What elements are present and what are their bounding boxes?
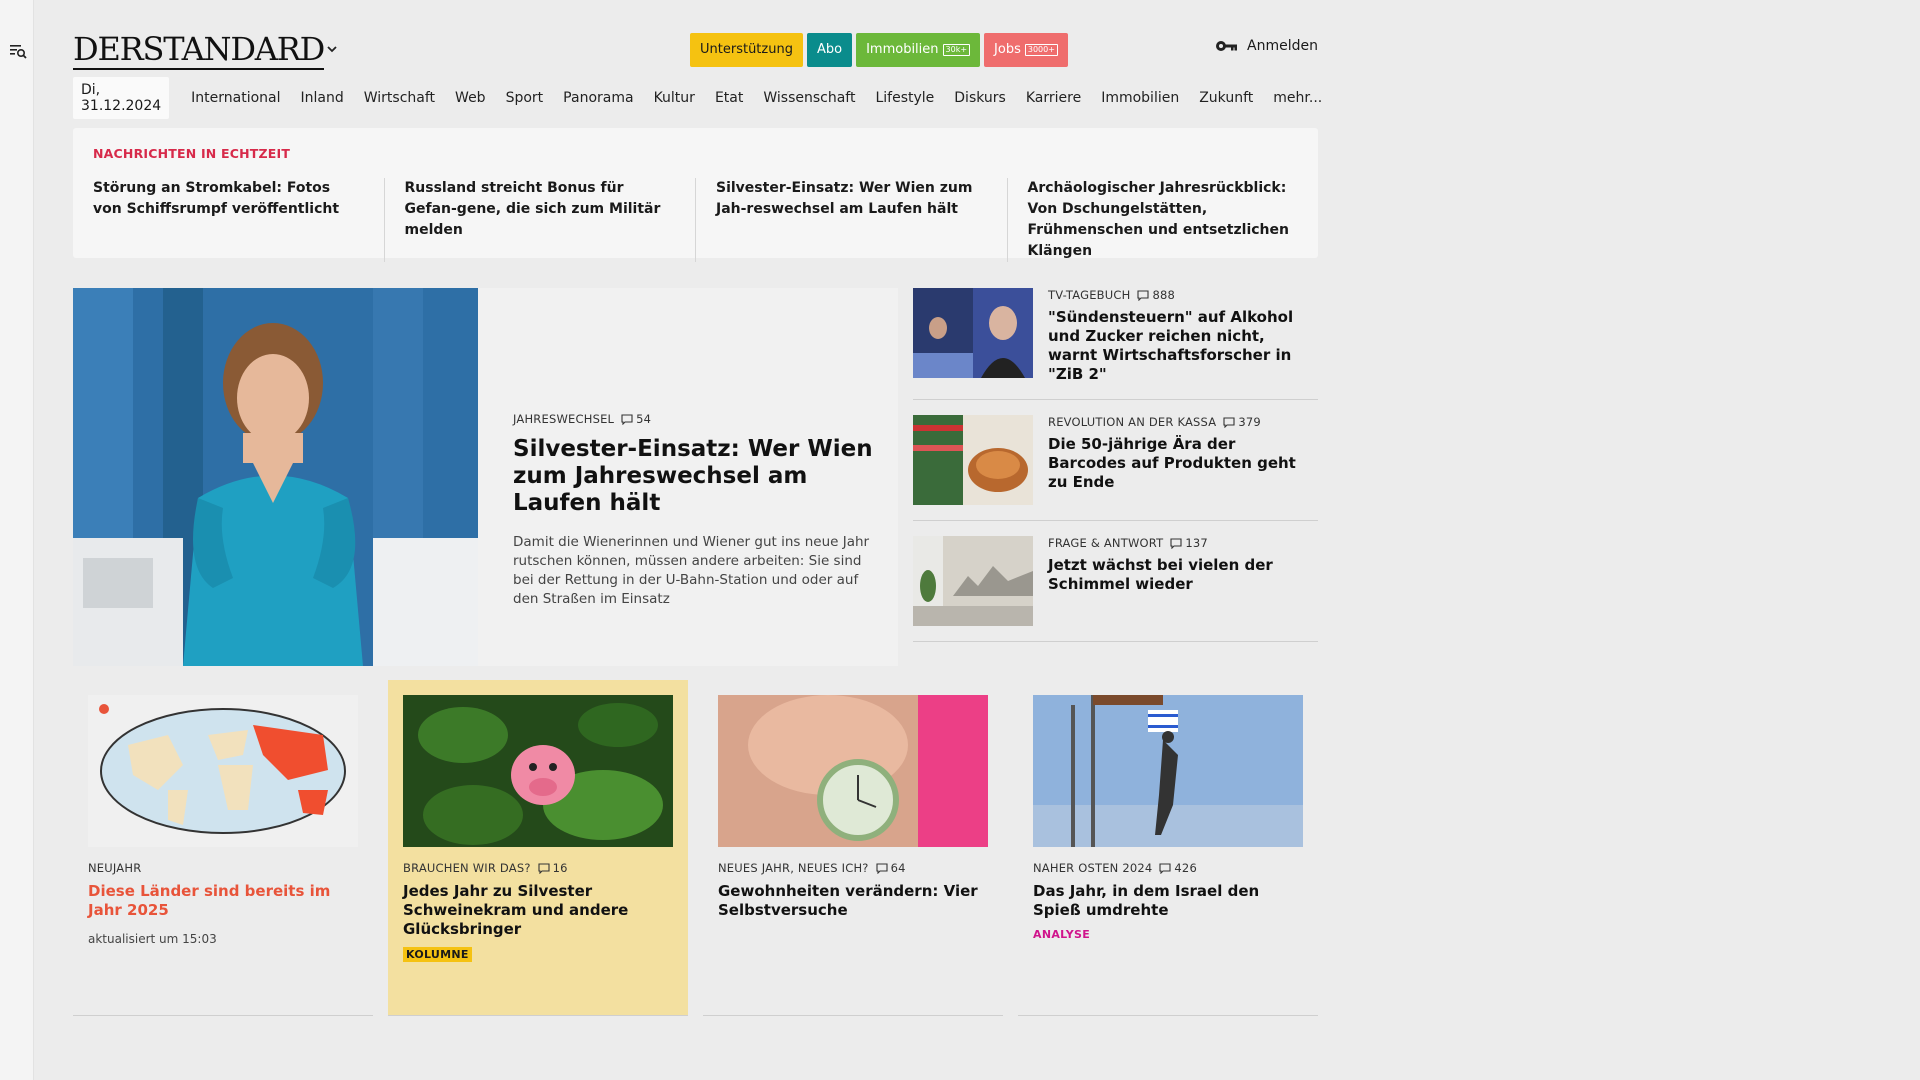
pill-badge: 3000+	[1024, 44, 1058, 56]
side-story-headline[interactable]: "Sündensteuern" auf Alkohol und Zucker r…	[1048, 308, 1318, 384]
comment-count[interactable]: 426	[1159, 861, 1197, 875]
side-story-image	[913, 415, 1033, 505]
key-icon	[1216, 41, 1238, 51]
side-story-text: TV-TAGEBUCH 888 "Sündensteuern" auf Alkoho…	[1048, 288, 1318, 384]
teaser-card[interactable]: NEUES JAHR, NEUES ICH? 64 Gewohnheiten ver…	[703, 680, 1003, 1016]
comment-count[interactable]: 137	[1170, 536, 1208, 550]
chevron-down-icon[interactable]	[323, 40, 341, 58]
teaser-kicker: NEUES JAHR, NEUES ICH? 64	[718, 861, 906, 875]
teaser-kicker: NEUJAHR	[88, 861, 142, 875]
ticker-item[interactable]: Archäologischer Jahresrückblick: Von Dsc…	[1028, 178, 1299, 262]
side-story-headline[interactable]: Jetzt wächst bei vielen der Schimmel wie…	[1048, 556, 1318, 594]
side-story-headline[interactable]: Die 50-jährige Ära der Barcodes auf Prod…	[1048, 435, 1318, 492]
nav-item-mehr[interactable]: mehr...	[1263, 85, 1332, 111]
comment-icon	[1137, 289, 1150, 301]
teaser-image	[403, 695, 673, 847]
side-story[interactable]: REVOLUTION AN DER KASSA 379 Die 50-jährige…	[913, 415, 1318, 521]
menu-search-icon[interactable]	[8, 42, 28, 60]
teaser-kicker: NAHER OSTEN 2024 426	[1033, 861, 1197, 875]
main-nav: Di, 31.12.2024 International Inland Wirtsc…	[73, 77, 1332, 119]
teaser-card[interactable]: NAHER OSTEN 2024 426 Das Jahr, in dem Isra…	[1018, 680, 1318, 1016]
side-story-image	[913, 536, 1033, 626]
pill-immobilien-button[interactable]: Immobilien 30k+	[856, 33, 981, 67]
nav-item-zukunft[interactable]: Zukunft	[1189, 85, 1263, 111]
side-story-text: REVOLUTION AN DER KASSA 379 Die 50-jährige…	[1048, 415, 1318, 505]
pill-abo-button[interactable]: Abo	[806, 33, 853, 67]
nav-item-etat[interactable]: Etat	[705, 85, 753, 111]
ticker-item[interactable]: Silvester-Einsatz: Wer Wien zum Jah-resw…	[716, 178, 1008, 262]
nav-item-karriere[interactable]: Karriere	[1016, 85, 1091, 111]
lead-story[interactable]: JAHRESWECHSEL 54 Silvester-Einsatz: Wer …	[73, 288, 898, 666]
comment-count[interactable]: 888	[1137, 288, 1175, 302]
nav-item-wirtschaft[interactable]: Wirtschaft	[354, 85, 445, 111]
pill-jobs-button[interactable]: Jobs 3000+	[984, 33, 1068, 67]
teaser-tag: KOLUMNE	[403, 947, 472, 962]
nav-item-web[interactable]: Web	[445, 85, 496, 111]
nav-item-kultur[interactable]: Kultur	[644, 85, 705, 111]
ticker-label: NACHRICHTEN IN ECHTZEIT	[93, 146, 291, 161]
comment-icon	[621, 413, 633, 425]
service-pills: Unterstützung Abo Immobilien 30k+ Jobs 3000+	[690, 33, 1068, 67]
left-rail	[0, 0, 34, 1080]
nav-item-wissenschaft[interactable]: Wissenschaft	[753, 85, 865, 111]
side-story[interactable]: FRAGE & ANTWORT 137 Jetzt wächst bei viele…	[913, 536, 1318, 642]
login-button[interactable]: Anmelden	[1215, 38, 1318, 54]
nav-item-diskurs[interactable]: Diskurs	[944, 85, 1016, 111]
nav-item-immobilien[interactable]: Immobilien	[1091, 85, 1189, 111]
side-story-kicker: FRAGE & ANTWORT 137	[1048, 536, 1208, 550]
teaser-headline[interactable]: Das Jahr, in dem Israel den Spieß umdreh…	[1033, 882, 1303, 920]
nav-item-panorama[interactable]: Panorama	[553, 85, 643, 111]
teaser-image	[88, 695, 358, 847]
teaser-update-time: aktualisiert um 15:03	[88, 932, 217, 946]
live-news-ticker: NACHRICHTEN IN ECHTZEIT Störung an Strom…	[73, 128, 1318, 262]
login-label: Anmelden	[1247, 38, 1318, 54]
side-story-text: FRAGE & ANTWORT 137 Jetzt wächst bei viele…	[1048, 536, 1318, 626]
lead-teaser: Damit die Wienerinnen und Wiener gut ins…	[513, 534, 870, 607]
side-story-image	[913, 288, 1033, 378]
side-story-kicker: TV-TAGEBUCH 888	[1048, 288, 1176, 302]
nav-item-sport[interactable]: Sport	[496, 85, 554, 111]
page: DERSTANDARD Unterstützung Abo Immobilien 30…	[73, 0, 1322, 1080]
pill-untersttzung-button[interactable]: Unterstützung	[690, 33, 803, 67]
teaser-headline[interactable]: Jedes Jahr zu Silvester Schweinekram und…	[403, 882, 673, 939]
lead-headline[interactable]: Silvester-Einsatz: Wer Wien zum Jahreswe…	[513, 436, 873, 517]
teaser-card[interactable]: NEUJAHR Diese Länder sind bereits im Jahr…	[73, 680, 373, 1016]
side-story-kicker: REVOLUTION AN DER KASSA 379	[1048, 415, 1261, 429]
comment-count[interactable]: 16	[538, 861, 568, 875]
comment-icon	[876, 862, 888, 874]
comment-count[interactable]: 379	[1223, 415, 1261, 429]
teaser-headline[interactable]: Diese Länder sind bereits im Jahr 2025	[88, 882, 358, 920]
ticker-item[interactable]: Störung an Stromkabel: Fotos von Schiffs…	[93, 178, 385, 262]
ticker-item[interactable]: Russland streicht Bonus für Gefan-gene, …	[405, 178, 696, 262]
lead-kicker: JAHRESWECHSEL 54	[513, 412, 652, 426]
nav-item-inland[interactable]: Inland	[291, 85, 354, 111]
teaser-row: NEUJAHR Diese Länder sind bereits im Jahr…	[73, 680, 1318, 1016]
teaser-tag: ANALYSE	[1033, 928, 1091, 941]
pill-badge: 30k+	[942, 44, 971, 56]
teaser-kicker: BRAUCHEN WIR DAS? 16	[403, 861, 568, 875]
side-story-list: TV-TAGEBUCH 888 "Sündensteuern" auf Alkoho…	[913, 288, 1318, 657]
side-story[interactable]: TV-TAGEBUCH 888 "Sündensteuern" auf Alkoho…	[913, 288, 1318, 400]
current-date: Di, 31.12.2024	[73, 77, 170, 119]
teaser-image	[1033, 695, 1303, 847]
teaser-image	[718, 695, 988, 847]
comment-icon	[1159, 862, 1171, 874]
teaser-headline[interactable]: Gewohnheiten verändern: Vier Selbstversu…	[718, 882, 988, 920]
lead-story-image	[73, 288, 478, 666]
comment-icon	[538, 862, 550, 874]
comment-count[interactable]: 64	[876, 861, 906, 875]
teaser-card[interactable]: BRAUCHEN WIR DAS? 16 Jedes Jahr zu Silvest…	[388, 680, 688, 1016]
comment-count[interactable]: 54	[621, 412, 651, 426]
nav-item-lifestyle[interactable]: Lifestyle	[865, 85, 944, 111]
site-logo[interactable]: DERSTANDARD	[73, 30, 325, 70]
nav-item-international[interactable]: International	[181, 85, 290, 111]
comment-icon	[1223, 416, 1235, 428]
comment-icon	[1170, 537, 1182, 549]
